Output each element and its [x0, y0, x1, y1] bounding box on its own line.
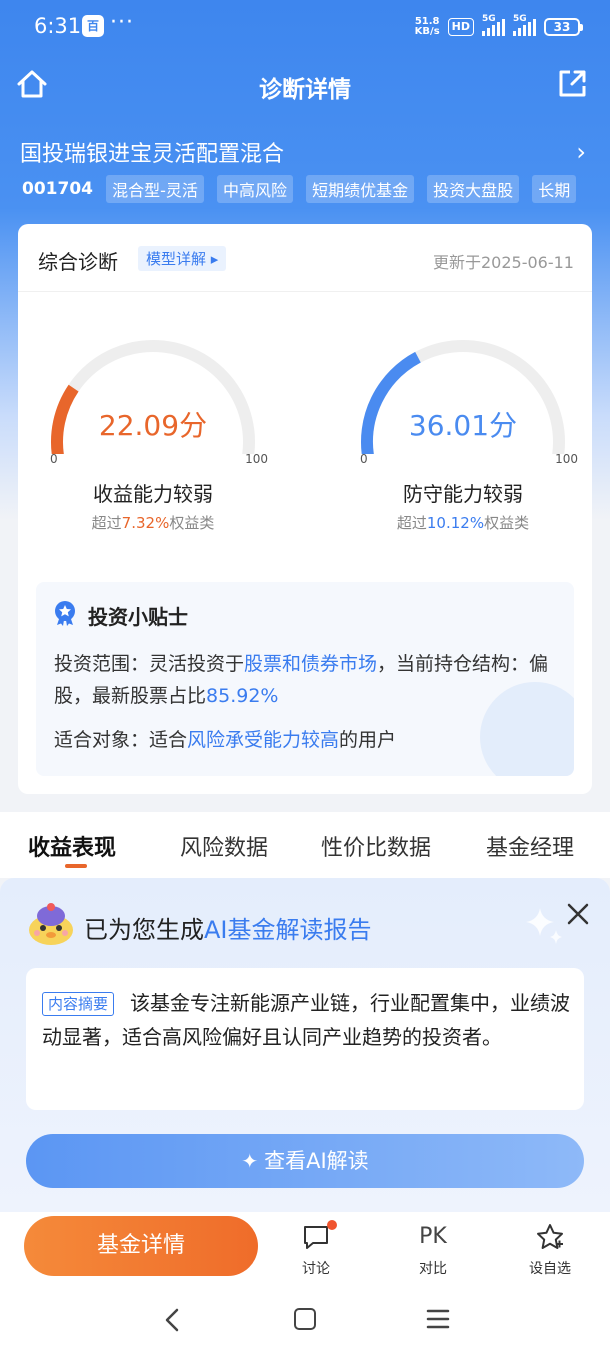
nav-bar: 诊断详情 [0, 58, 610, 112]
tab-risk[interactable]: 风险数据 [180, 830, 268, 862]
card-title: 综合诊断 [38, 250, 118, 274]
notification-dot [327, 1220, 337, 1230]
status-bar: 6:31 百 ··· 51.8 KB/s HD 5G 5G 33 [0, 0, 610, 54]
tab-manager[interactable]: 基金经理 [486, 830, 574, 862]
investment-tips: 投资小贴士 投资范围：灵活投资于股票和债券市场，当前持仓结构：偏股，最新股票占比… [36, 582, 574, 776]
scope-highlight: 股票和债券市场 [244, 653, 378, 675]
tab-value[interactable]: 性价比数据 [321, 830, 431, 862]
ai-title-highlight: AI基金解读报告 [204, 916, 372, 944]
discuss-button[interactable]: 讨论 [281, 1220, 351, 1282]
signal-icon: 5G [482, 14, 505, 36]
fund-name[interactable]: 国投瑞银进宝灵活配置混合 [20, 136, 284, 168]
return-percentile: 超过7.32%权益类 [38, 512, 268, 533]
percentile-value: 7.32% [121, 514, 170, 532]
model-detail-link[interactable]: 模型详解 ▸ [138, 246, 227, 271]
share-icon[interactable] [554, 66, 590, 102]
stock-ratio: 85.92% [206, 685, 279, 707]
tag: 长期 [532, 175, 577, 203]
fund-code: 001704 [22, 179, 93, 199]
system-nav-bar [0, 1290, 610, 1356]
add-watchlist-button[interactable]: 设自选 [515, 1222, 585, 1282]
hd-icon: HD [447, 18, 474, 36]
update-time: 更新于2025-06-11 [433, 253, 574, 272]
ai-button-label: 查看AI解读 [264, 1149, 369, 1173]
fund-tags: 001704 混合型-灵活 中高风险 短期绩优基金 投资大盘股 长期 [22, 175, 610, 205]
percentile-prefix: 超过 [396, 514, 427, 532]
scope-text: 投资范围：灵活投资于 [54, 653, 245, 675]
percentile-suffix: 权益类 [169, 514, 215, 532]
target-text: 适合对象：适合 [54, 729, 188, 751]
compare-label: 对比 [419, 1261, 447, 1277]
return-label: 收益能力较弱 [93, 482, 213, 506]
back-icon[interactable] [160, 1306, 184, 1334]
ai-summary-card: 内容摘要 该基金专注新能源产业链，行业配置集中，业绩波动显著，适合高风险偏好且认… [26, 968, 584, 1110]
app-notification-icon: 百 [82, 15, 104, 37]
menu-icon[interactable] [426, 1308, 450, 1330]
tab-indicator [65, 864, 87, 868]
status-indicators: 51.8 KB/s HD 5G 5G 33 [415, 14, 583, 40]
page-title: 诊断详情 [259, 77, 351, 103]
defense-label: 防守能力较弱 [403, 482, 523, 506]
chevron-right-icon[interactable]: › [576, 138, 586, 166]
signal-label-2: 5G [513, 14, 527, 24]
sparkle-icon: ✦ [241, 1149, 259, 1173]
target-audience: 适合对象：适合风险承受能力较高的用户 [54, 725, 396, 752]
tips-title: 投资小贴士 [88, 605, 188, 629]
signal-icon-2: 5G [513, 14, 536, 36]
percentile-suffix: 权益类 [484, 514, 530, 532]
compare-button[interactable]: PK 对比 [398, 1222, 468, 1282]
bottom-action-bar: 基金详情 讨论 PK 对比 设自选 [0, 1212, 610, 1290]
defense-score: 36.01分 [408, 409, 518, 442]
defense-gauge: 36.01分 0 100 防守能力较弱 超过10.12%权益类 [348, 324, 578, 532]
close-icon[interactable] [564, 900, 592, 928]
percentile-prefix: 超过 [91, 514, 122, 532]
tab-bar: 收益表现 风险数据 性价比数据 基金经理 [0, 812, 610, 878]
medal-icon [55, 601, 75, 626]
return-score: 22.09分 [98, 409, 208, 442]
ai-mascot-icon [29, 903, 73, 945]
discuss-label: 讨论 [302, 1261, 330, 1277]
tag: 混合型-灵活 [106, 175, 204, 203]
return-gauge: 22.09分 0 100 收益能力较弱 超过7.32%权益类 [38, 324, 268, 532]
ai-title: 已为您生成AI基金解读报告 [84, 910, 372, 945]
pk-icon: PK [419, 1224, 447, 1249]
more-notifications-icon: ··· [110, 10, 134, 35]
tab-returns[interactable]: 收益表现 [28, 830, 116, 862]
defense-percentile: 超过10.12%权益类 [348, 512, 578, 533]
gauge-max: 100 [555, 452, 578, 466]
view-ai-report-button[interactable]: ✦ 查看AI解读 [26, 1134, 584, 1188]
gauge-min: 0 [50, 452, 58, 466]
diagnosis-card: 综合诊断 模型详解 ▸ 更新于2025-06-11 22.09分 0 100 收… [18, 224, 592, 794]
sparkle-icon [526, 908, 562, 944]
gauge-min: 0 [360, 452, 368, 466]
summary-text: 该基金专注新能源产业链，行业配置集中，业绩波动显著，适合高风险偏好且认同产业趋势… [42, 991, 570, 1049]
tag: 中高风险 [216, 175, 293, 203]
tag: 短期绩优基金 [306, 175, 415, 203]
home-square-icon[interactable] [294, 1308, 316, 1330]
tag: 投资大盘股 [427, 175, 520, 203]
gauge-max: 100 [245, 452, 268, 466]
target-highlight: 风险承受能力较高 [187, 729, 340, 751]
watchlist-label: 设自选 [529, 1261, 571, 1277]
net-speed: 51.8 KB/s [415, 17, 440, 37]
net-speed-unit: KB/s [414, 26, 440, 37]
ai-title-prefix: 已为您生成 [84, 916, 204, 944]
ai-report-panel: 已为您生成AI基金解读报告 内容摘要 该基金专注新能源产业链，行业配置集中，业绩… [0, 878, 610, 1212]
signal-label: 5G [482, 14, 496, 24]
target-suffix: 的用户 [339, 729, 397, 751]
battery-icon: 33 [544, 18, 583, 36]
star-icon [537, 1224, 563, 1249]
fund-detail-button[interactable]: 基金详情 [24, 1216, 258, 1276]
percentile-value: 10.12% [426, 514, 485, 532]
investment-scope: 投资范围：灵活投资于股票和债券市场，当前持仓结构：偏股，最新股票占比85.92% [54, 648, 564, 712]
status-time: 6:31 [34, 14, 82, 38]
card-header: 综合诊断 模型详解 ▸ 更新于2025-06-11 [18, 224, 592, 292]
